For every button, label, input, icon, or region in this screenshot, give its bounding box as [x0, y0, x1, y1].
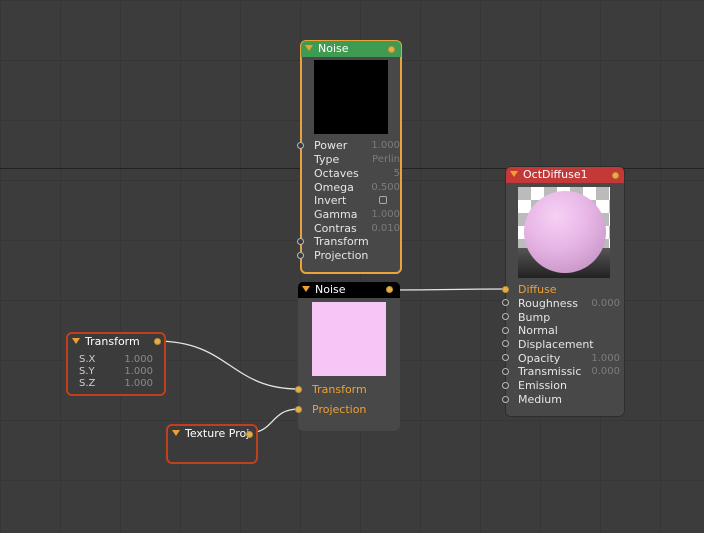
noise-node-header[interactable]: Noise — [301, 41, 401, 57]
input-opacity[interactable]: Opacity 1.000 — [518, 352, 620, 365]
input-pin-roughness[interactable] — [502, 299, 509, 306]
param-type[interactable]: Type Perlin — [314, 153, 400, 166]
param-omega[interactable]: Omega 0.500 — [314, 181, 400, 194]
param-contrast[interactable]: Contras 0.010 — [314, 222, 400, 235]
transform-node[interactable]: Transform S.X 1.000 S.Y 1.000 S.Z 1.000 — [66, 332, 166, 396]
input-medium[interactable]: Medium — [518, 393, 562, 406]
output-pin[interactable] — [386, 286, 393, 293]
oct-diffuse-material-node[interactable]: OctDiffuse1 Diffuse Roughness 0.000 Bump … — [502, 166, 625, 417]
noise-preview-image — [312, 302, 386, 376]
input-displacement[interactable]: Displacement — [518, 338, 594, 351]
input-pin-transform[interactable] — [297, 238, 304, 245]
param-scale-z[interactable]: S.Z 1.000 — [79, 377, 153, 390]
node-title: Transform — [85, 335, 140, 348]
input-transform[interactable]: Transform — [312, 383, 367, 396]
material-node-header[interactable]: OctDiffuse1 — [506, 167, 624, 183]
param-gamma[interactable]: Gamma 1.000 — [314, 208, 400, 221]
output-pin[interactable] — [154, 338, 161, 345]
input-pin-power[interactable] — [297, 142, 304, 149]
input-pin-opacity[interactable] — [502, 354, 509, 361]
collapse-triangle-icon[interactable] — [510, 171, 518, 177]
noise-preview-image — [314, 60, 388, 134]
output-pin[interactable] — [388, 46, 395, 53]
invert-checkbox[interactable] — [379, 196, 387, 204]
param-power[interactable]: Power 1.000 — [314, 139, 400, 152]
input-pin-medium[interactable] — [502, 396, 509, 403]
collapse-triangle-icon[interactable] — [72, 338, 80, 344]
texture-projection-node-header[interactable]: Texture Proj — [168, 426, 256, 442]
node-title: OctDiffuse1 — [523, 168, 588, 181]
input-pin-transmission[interactable] — [502, 368, 509, 375]
input-pin-projection[interactable] — [295, 406, 302, 413]
input-roughness[interactable]: Roughness 0.000 — [518, 297, 620, 310]
node-title: Noise — [315, 283, 346, 296]
param-invert[interactable]: Invert — [314, 194, 346, 207]
input-pin-emission[interactable] — [502, 382, 509, 389]
noise-node[interactable]: Noise Transform Projection — [295, 282, 400, 431]
input-pin-projection[interactable] — [297, 252, 304, 259]
input-normal[interactable]: Normal — [518, 324, 558, 337]
input-pin-diffuse[interactable] — [502, 286, 509, 293]
input-pin-bump[interactable] — [502, 313, 509, 320]
noise-node-header[interactable]: Noise — [298, 282, 400, 298]
input-pin-transform[interactable] — [295, 386, 302, 393]
collapse-triangle-icon[interactable] — [305, 45, 313, 51]
noise-node-selected[interactable]: Noise Power 1.000 Type Perlin Octaves 5 Ome… — [297, 40, 402, 274]
input-transform[interactable]: Transform — [314, 235, 369, 248]
input-projection[interactable]: Projection — [314, 249, 368, 262]
preview-sphere — [524, 191, 606, 273]
output-pin[interactable] — [612, 172, 619, 179]
output-pin[interactable] — [246, 431, 253, 438]
node-title: Texture Proj — [185, 427, 250, 440]
input-bump[interactable]: Bump — [518, 311, 550, 324]
input-diffuse[interactable]: Diffuse — [518, 283, 557, 296]
collapse-triangle-icon[interactable] — [172, 430, 180, 436]
input-emission[interactable]: Emission — [518, 379, 567, 392]
collapse-triangle-icon[interactable] — [302, 286, 310, 292]
texture-projection-node[interactable]: Texture Proj — [166, 424, 258, 464]
input-pin-displacement[interactable] — [502, 340, 509, 347]
node-title: Noise — [318, 42, 349, 55]
material-preview-image — [518, 187, 610, 278]
input-transmission[interactable]: Transmissic 0.000 — [518, 365, 620, 378]
input-projection[interactable]: Projection — [312, 403, 366, 416]
param-octaves[interactable]: Octaves 5 — [314, 167, 400, 180]
input-pin-normal[interactable] — [502, 327, 509, 334]
transform-node-header[interactable]: Transform — [68, 334, 164, 350]
